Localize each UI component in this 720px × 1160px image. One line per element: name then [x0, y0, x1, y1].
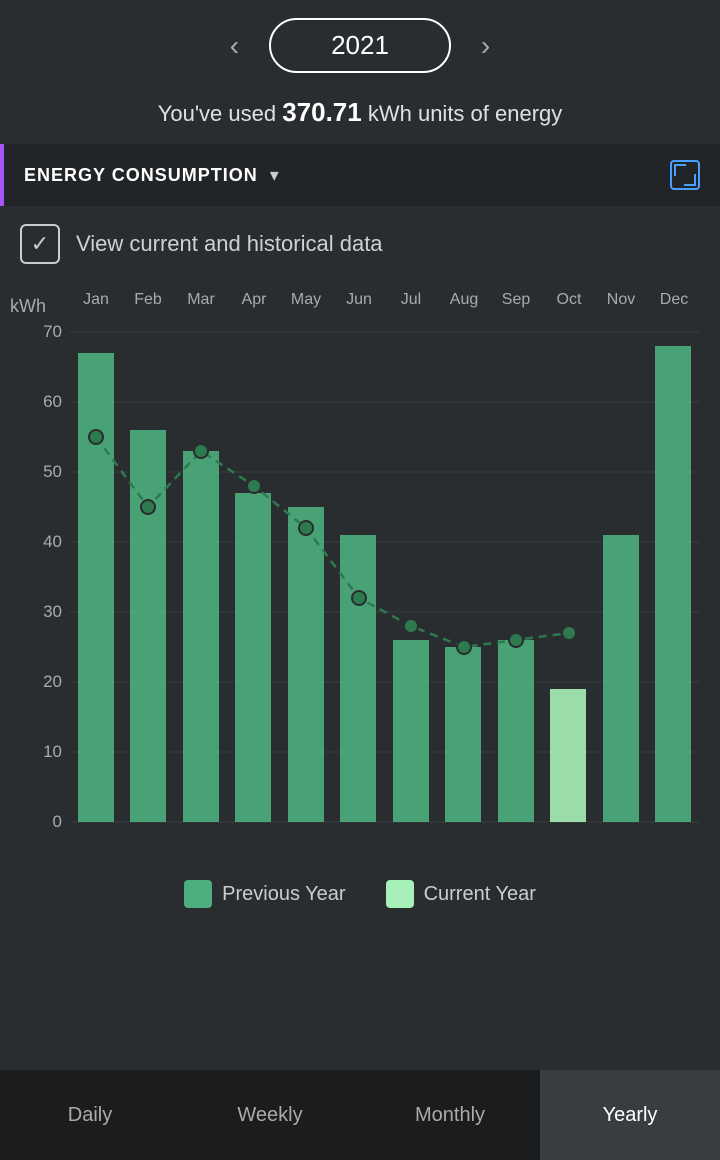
svg-text:Apr: Apr: [242, 291, 268, 308]
svg-text:10: 10: [43, 742, 62, 761]
checkbox-row[interactable]: ✓ View current and historical data: [0, 206, 720, 282]
energy-chart: kWh 70 60 50 40 30 20 10 0 Jan Feb Mar: [10, 282, 710, 862]
svg-text:0: 0: [53, 812, 62, 831]
svg-text:Mar: Mar: [187, 291, 215, 308]
chart-legend: Previous Year Current Year: [10, 862, 710, 918]
section-header[interactable]: ENERGY CONSUMPTION ▾: [0, 144, 720, 206]
top-nav: ‹ 2021 ›: [0, 0, 720, 91]
curr-year-swatch: [386, 880, 414, 908]
prev-year-label: Previous Year: [222, 883, 345, 906]
legend-curr-year: Current Year: [386, 880, 536, 908]
prev-year-button[interactable]: ‹: [220, 30, 249, 62]
legend-prev-year: Previous Year: [184, 880, 345, 908]
svg-text:40: 40: [43, 532, 62, 551]
svg-text:20: 20: [43, 672, 62, 691]
checkbox-label: View current and historical data: [76, 231, 383, 257]
tab-weekly[interactable]: Weekly: [180, 1070, 360, 1160]
svg-text:Aug: Aug: [450, 291, 478, 308]
svg-text:Oct: Oct: [557, 291, 582, 308]
section-title: ENERGY CONSUMPTION: [24, 165, 258, 186]
svg-text:Jul: Jul: [401, 291, 421, 308]
svg-text:Jun: Jun: [346, 291, 372, 308]
year-display[interactable]: 2021: [269, 18, 451, 73]
svg-text:Jan: Jan: [83, 291, 109, 308]
checkmark-icon: ✓: [31, 231, 49, 257]
prev-year-swatch: [184, 880, 212, 908]
svg-text:30: 30: [43, 602, 62, 621]
bottom-tabs: Daily Weekly Monthly Yearly: [0, 1070, 720, 1160]
svg-text:kWh: kWh: [10, 296, 46, 316]
svg-text:60: 60: [43, 392, 62, 411]
tab-monthly[interactable]: Monthly: [360, 1070, 540, 1160]
chevron-down-icon: ▾: [270, 165, 279, 186]
svg-text:50: 50: [43, 462, 62, 481]
chart-container: kWh 70 60 50 40 30 20 10 0 Jan Feb Mar: [0, 282, 720, 928]
svg-text:Dec: Dec: [660, 291, 688, 308]
checkbox[interactable]: ✓: [20, 224, 60, 264]
energy-statement: You've used 370.71 kWh units of energy: [0, 91, 720, 144]
curr-year-label: Current Year: [424, 883, 536, 906]
tab-yearly[interactable]: Yearly: [540, 1070, 720, 1160]
svg-text:Feb: Feb: [134, 291, 162, 308]
chart-area: kWh 70 60 50 40 30 20 10 0 Jan Feb Mar: [10, 282, 710, 862]
svg-text:Nov: Nov: [607, 291, 635, 308]
next-year-button[interactable]: ›: [471, 30, 500, 62]
expand-icon[interactable]: [670, 160, 700, 190]
svg-text:70: 70: [43, 322, 62, 341]
svg-text:May: May: [291, 291, 321, 308]
svg-text:Sep: Sep: [502, 291, 531, 308]
tab-daily[interactable]: Daily: [0, 1070, 180, 1160]
